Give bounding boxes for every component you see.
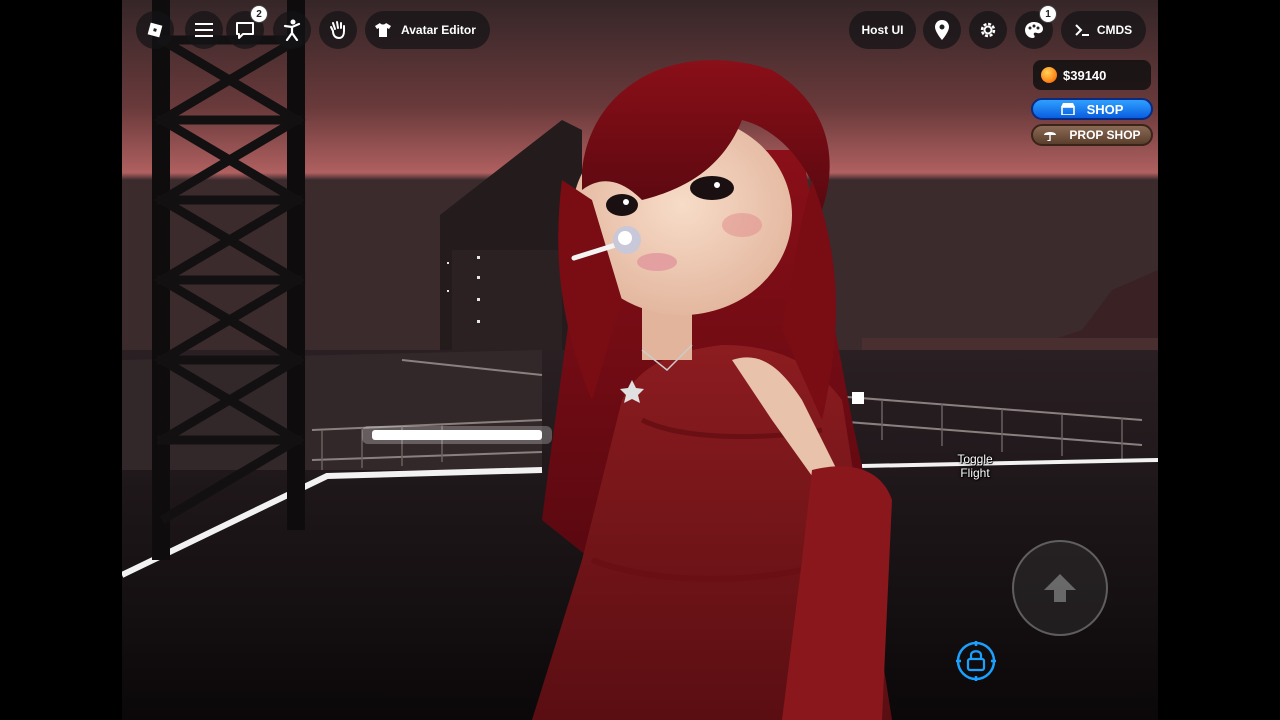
wave-button[interactable] — [319, 11, 357, 49]
cmds-button[interactable]: CMDS — [1061, 11, 1146, 49]
map-pin-icon — [935, 20, 949, 40]
jump-button[interactable] — [1012, 540, 1108, 636]
roblox-menu-button[interactable] — [136, 11, 174, 49]
emote-figure-icon — [283, 19, 301, 41]
gear-icon — [980, 22, 996, 38]
roblox-logo-icon — [147, 22, 163, 38]
coin-icon — [1041, 67, 1057, 83]
toggle-flight-line2: Flight — [960, 466, 990, 480]
emote-button[interactable] — [273, 11, 311, 49]
toggle-flight-button[interactable]: Toggle Flight — [950, 452, 1000, 480]
shop-label: SHOP — [1086, 101, 1124, 117]
location-button[interactable] — [923, 11, 961, 49]
paint-palette-icon — [1025, 22, 1043, 38]
palette-badge: 1 — [1039, 5, 1057, 23]
game-scene — [122, 0, 1158, 720]
cmds-label: CMDS — [1096, 23, 1133, 37]
terminal-icon — [1075, 24, 1089, 36]
shift-lock-icon[interactable] — [955, 640, 997, 682]
hamburger-icon — [195, 23, 213, 37]
umbrella-icon — [1044, 132, 1057, 141]
settings-button[interactable] — [969, 11, 1007, 49]
money-amount: $39140 — [1063, 67, 1107, 83]
palette-button[interactable]: 1 — [1015, 5, 1057, 49]
store-icon — [1060, 103, 1075, 115]
chat-button[interactable]: 2 — [226, 5, 268, 49]
avatar-editor-label: Avatar Editor — [401, 23, 476, 37]
wave-hand-icon — [330, 21, 345, 40]
chat-badge: 2 — [250, 5, 268, 23]
toggle-flight-line1: Toggle — [957, 452, 993, 466]
menu-button[interactable] — [185, 11, 223, 49]
money-display: $39140 — [1033, 60, 1151, 90]
host-ui-label: Host UI — [861, 23, 904, 37]
chat-icon — [236, 22, 254, 39]
up-arrow-icon — [1044, 574, 1076, 602]
shop-button[interactable]: SHOP — [1031, 98, 1153, 120]
avatar-editor-button[interactable]: Avatar Editor — [365, 11, 490, 49]
prop-shop-label: PROP SHOP — [1069, 128, 1141, 142]
shirt-icon — [375, 23, 391, 37]
prop-shop-button[interactable]: PROP SHOP — [1031, 124, 1153, 146]
game-viewport[interactable] — [122, 0, 1158, 720]
host-ui-button[interactable]: Host UI — [849, 11, 916, 49]
